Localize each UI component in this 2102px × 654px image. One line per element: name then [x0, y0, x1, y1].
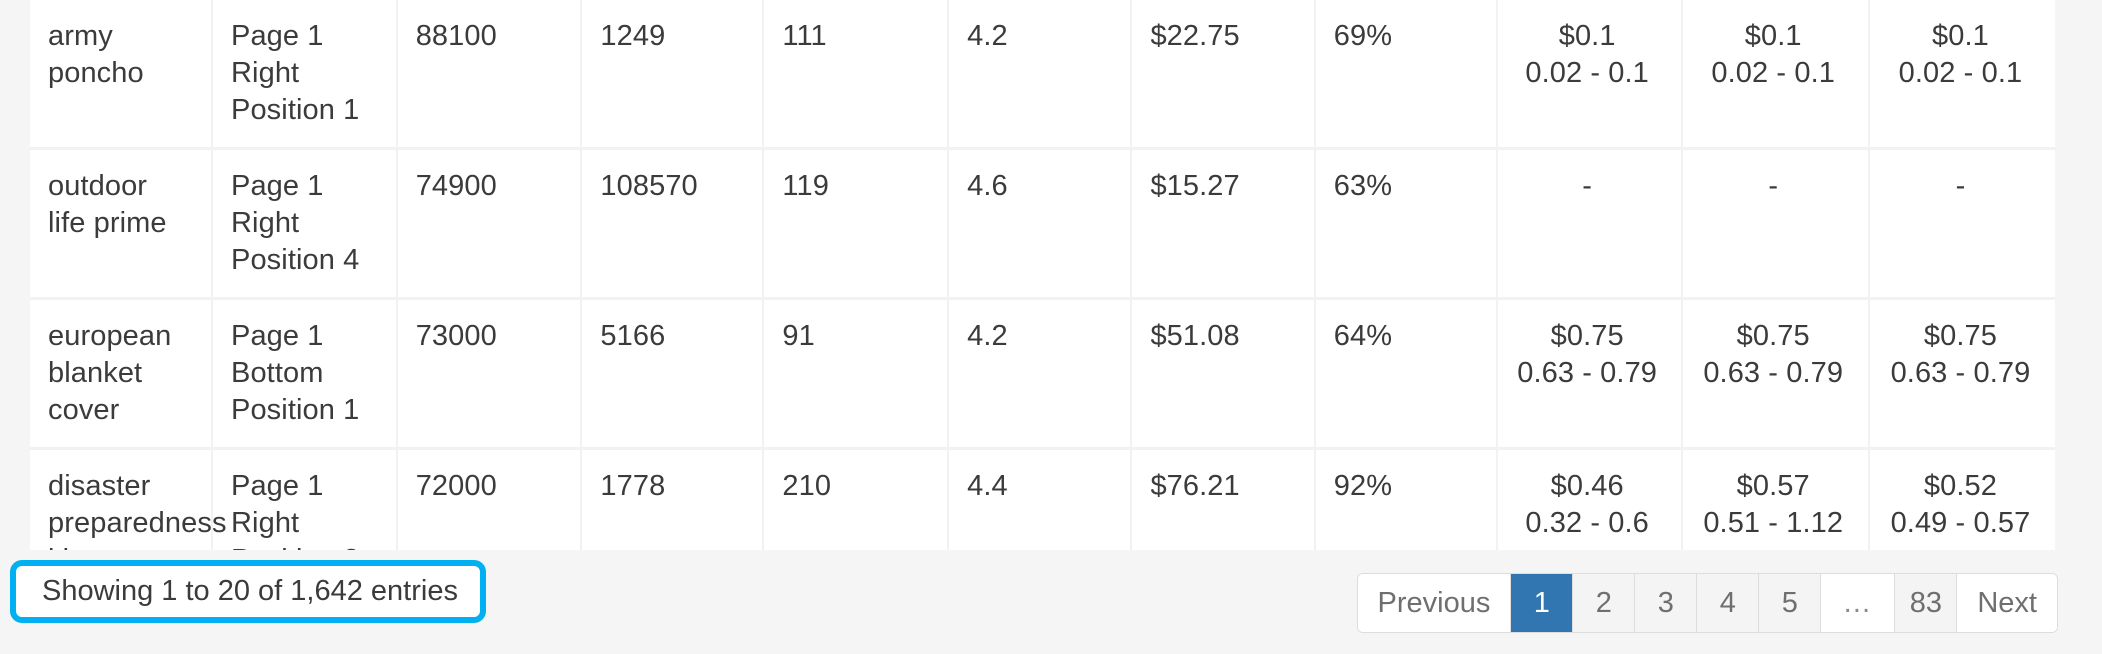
cell-keyword: army poncho	[30, 0, 213, 150]
cell-position: Page 1 Bottom Position 1	[212, 298, 398, 450]
cell-bid-mid: $0.1 0.02 - 0.1	[1681, 0, 1870, 150]
bid-value: $0.46	[1550, 470, 1624, 502]
bid-value: $0.57	[1736, 470, 1810, 502]
bid-range: 0.02 - 0.1	[1898, 57, 2023, 89]
cell-bid-low: -	[1496, 148, 1683, 300]
cell-search-volume: 73000	[396, 298, 583, 450]
bid-range: 0.51 - 1.12	[1703, 507, 1844, 539]
cell-bid-mid: $0.75 0.63 - 0.79	[1681, 298, 1870, 450]
cell-bid-low: $0.75 0.63 - 0.79	[1496, 298, 1683, 450]
bid-range: 0.02 - 0.1	[1525, 57, 1649, 89]
table-row[interactable]: army poncho Page 1 Right Position 1 8810…	[30, 0, 2055, 150]
bid-range: 0.63 - 0.79	[1517, 357, 1658, 389]
cell-score: 4.2	[948, 298, 1133, 450]
cell-results: 111	[763, 0, 950, 150]
cell-rate: 64%	[1314, 298, 1498, 450]
cell-competition: 1249	[581, 0, 765, 150]
bid-range: 0.32 - 0.6	[1525, 507, 1649, 539]
bid-value: $0.1	[1932, 20, 1989, 52]
bid-value: $0.52	[1923, 470, 1997, 502]
cell-bid-high: $0.75 0.63 - 0.79	[1868, 298, 2055, 450]
cell-cpc: $15.27	[1131, 148, 1316, 300]
bid-range: 0.63 - 0.79	[1703, 357, 1844, 389]
pagination-page-2[interactable]: 2	[1573, 574, 1636, 632]
cell-competition: 108570	[581, 148, 765, 300]
pagination[interactable]: Previous 1 2 3 4 5 … 83 Next	[1357, 574, 2057, 632]
pagination-page-83[interactable]: 83	[1895, 574, 1958, 632]
cell-cpc: $51.08	[1131, 298, 1316, 450]
table-row[interactable]: european blanket cover Page 1 Bottom Pos…	[30, 298, 2055, 450]
cell-bid-high: $0.1 0.02 - 0.1	[1868, 0, 2055, 150]
bid-value: $0.75	[1550, 320, 1624, 352]
cell-position: Page 1 Right Position 1	[212, 0, 398, 150]
pagination-page-1[interactable]: 1	[1511, 574, 1574, 632]
cell-competition: 5166	[581, 298, 765, 450]
pagination-page-3[interactable]: 3	[1635, 574, 1698, 632]
bid-range: 0.63 - 0.79	[1890, 357, 2031, 389]
pagination-page-5[interactable]: 5	[1759, 574, 1822, 632]
cell-score: 4.2	[948, 0, 1133, 150]
keyword-results-table: army poncho Page 1 Right Position 1 8810…	[30, 0, 2055, 597]
datatable-screen: army poncho Page 1 Right Position 1 8810…	[0, 0, 2102, 654]
cell-rate: 63%	[1314, 148, 1498, 300]
bid-value: $0.75	[1923, 320, 1997, 352]
table-row[interactable]: outdoor life prime Page 1 Right Position…	[30, 148, 2055, 300]
bid-range: 0.02 - 0.1	[1711, 57, 1835, 89]
pagination-next[interactable]: Next	[1957, 574, 2057, 632]
cell-results: 119	[763, 148, 950, 300]
bid-range: 0.49 - 0.57	[1890, 507, 2031, 539]
table-body: army poncho Page 1 Right Position 1 8810…	[30, 0, 2055, 597]
cell-search-volume: 74900	[396, 148, 583, 300]
table-footer: Showing 1 to 20 of 1,642 entries Previou…	[0, 550, 2102, 654]
entries-info-text: Showing 1 to 20 of 1,642 entries	[42, 575, 458, 607]
pagination-previous[interactable]: Previous	[1357, 574, 1512, 632]
cell-rate: 69%	[1314, 0, 1498, 150]
cell-bid-mid: -	[1681, 148, 1870, 300]
results-table-container: army poncho Page 1 Right Position 1 8810…	[30, 0, 2055, 597]
bid-value: -	[1582, 170, 1593, 202]
cell-keyword: outdoor life prime	[30, 148, 213, 300]
bid-value: $0.75	[1736, 320, 1810, 352]
bid-value: -	[1955, 170, 1966, 202]
cell-search-volume: 88100	[396, 0, 583, 150]
cell-position: Page 1 Right Position 4	[212, 148, 398, 300]
bid-value: $0.1	[1744, 20, 1802, 52]
pagination-page-4[interactable]: 4	[1697, 574, 1760, 632]
cell-score: 4.6	[948, 148, 1133, 300]
cell-bid-high: -	[1868, 148, 2055, 300]
cell-cpc: $22.75	[1131, 0, 1316, 150]
cell-bid-low: $0.1 0.02 - 0.1	[1496, 0, 1683, 150]
cell-results: 91	[763, 298, 950, 450]
entries-info-highlight: Showing 1 to 20 of 1,642 entries	[10, 560, 486, 623]
bid-value: -	[1768, 170, 1779, 202]
pagination-ellipsis[interactable]: …	[1821, 574, 1896, 632]
bid-value: $0.1	[1558, 20, 1616, 52]
cell-keyword: european blanket cover	[30, 298, 213, 450]
